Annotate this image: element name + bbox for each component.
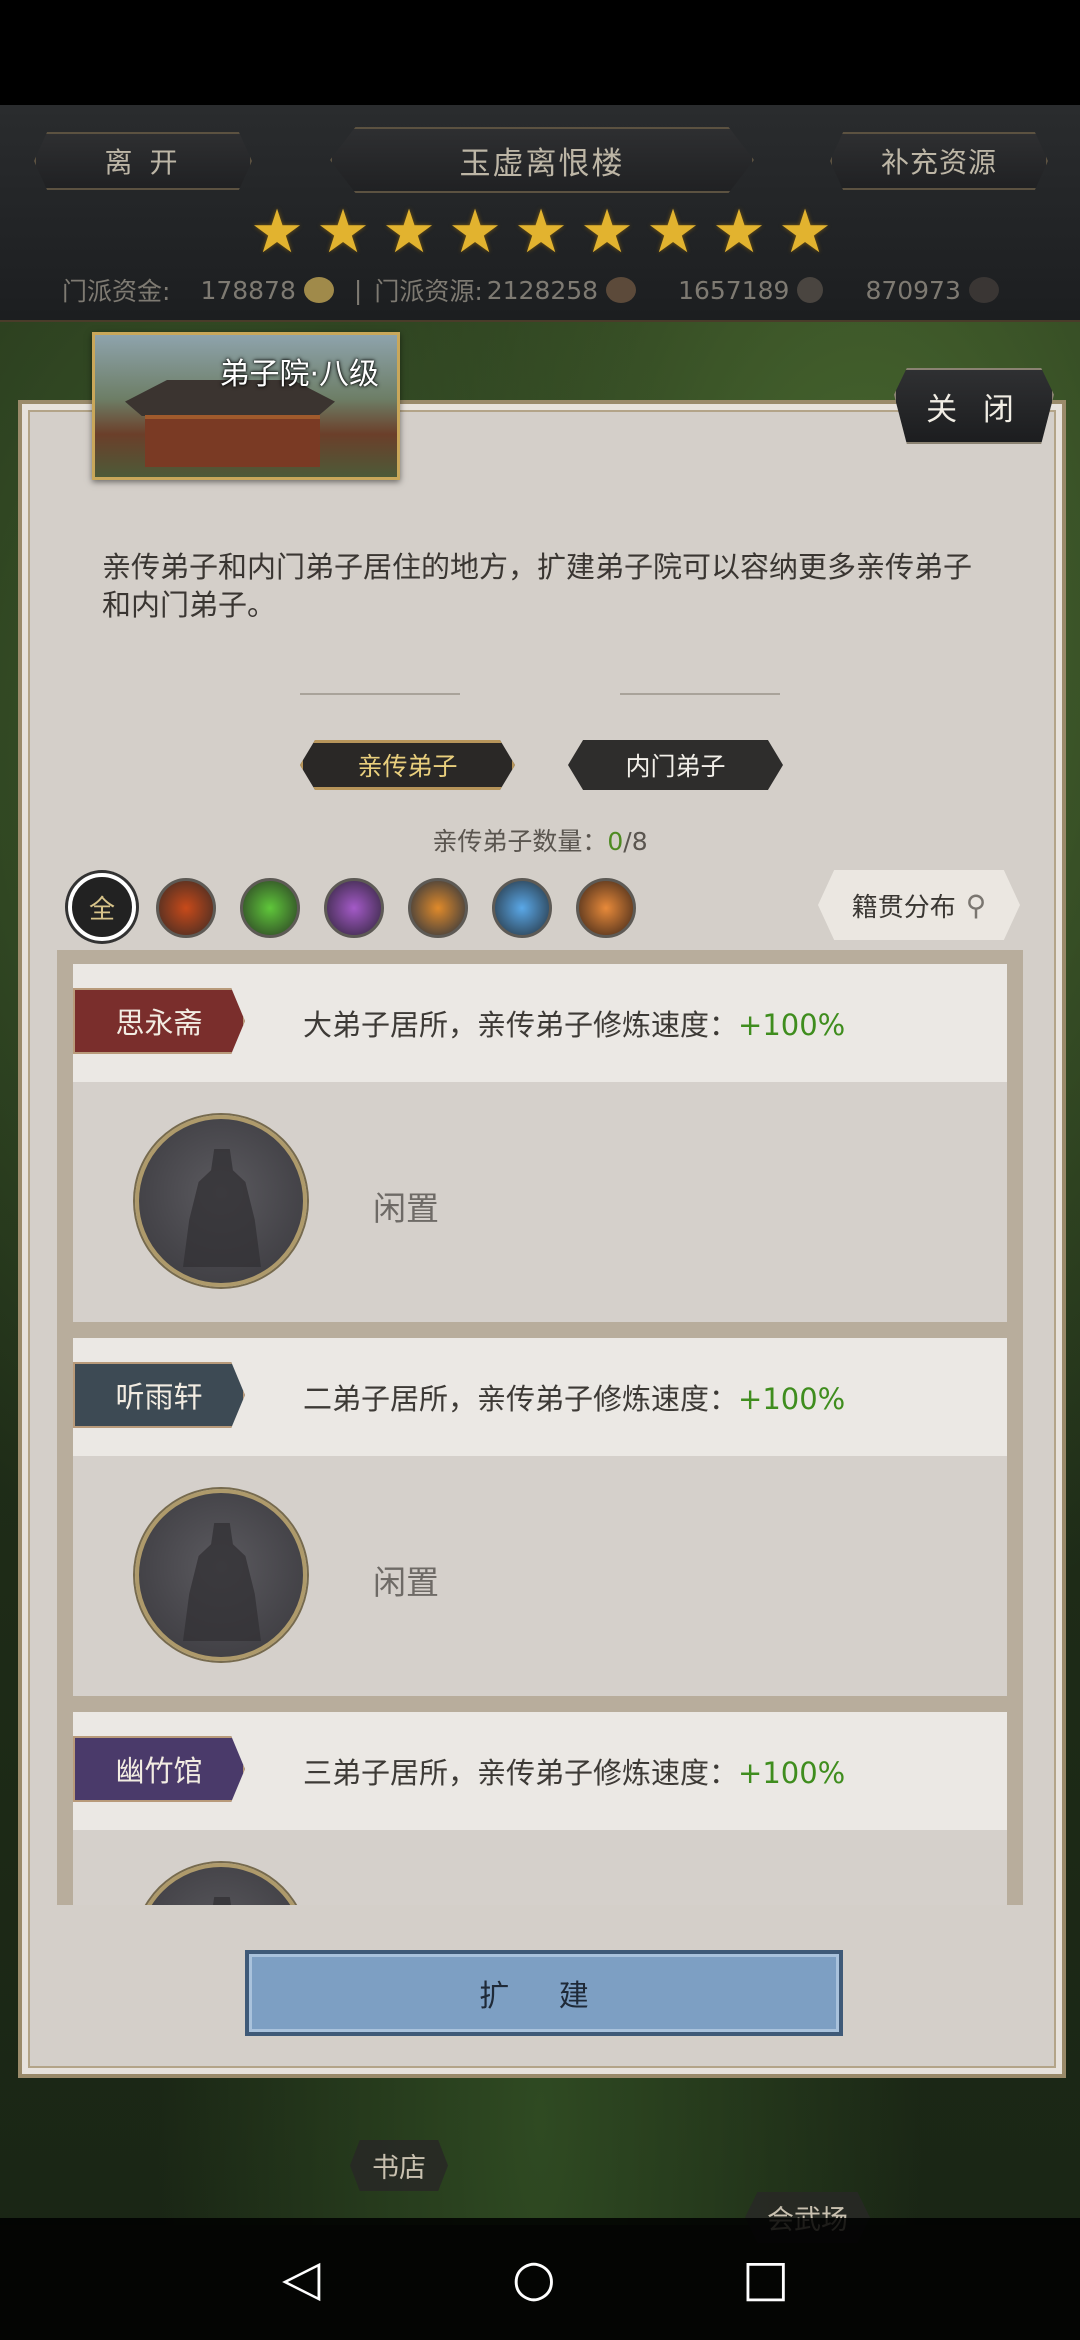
star-icon: ★	[712, 197, 766, 267]
disciple-avatar-placeholder[interactable]	[135, 1489, 307, 1661]
resource-label: 门派资源:	[374, 277, 483, 306]
residence-bonus: 二弟子居所，亲传弟子修炼速度：+100%	[303, 1382, 846, 1416]
blade-icon[interactable]	[240, 878, 300, 938]
fist-icon[interactable]	[576, 878, 636, 938]
star-icon: ★	[580, 197, 634, 267]
hidden-weapon-icon[interactable]	[492, 878, 552, 938]
wood-icon	[797, 277, 824, 303]
coin-icon	[303, 277, 334, 303]
star-icon: ★	[250, 197, 304, 267]
silhouette-icon	[183, 1523, 261, 1641]
residence-slot[interactable]: 闲置	[73, 1082, 1007, 1322]
residence-slot[interactable]: 闲置	[73, 1456, 1007, 1696]
staff-icon[interactable]	[408, 878, 468, 938]
residence-name-tag: 思永斋	[73, 988, 245, 1054]
close-button[interactable]: 关 闭	[894, 368, 1054, 444]
residence-list[interactable]: 思永斋 大弟子居所，亲传弟子修炼速度：+100% 闲置 听雨轩 二弟子居所，亲传…	[57, 950, 1023, 1905]
home-icon[interactable]: ○	[512, 2253, 556, 2303]
residence-bonus: 大弟子居所，亲传弟子修炼速度：+100%	[303, 1008, 846, 1042]
resource-value: 2128258	[486, 275, 599, 305]
residence-header: 听雨轩 二弟子居所，亲传弟子修炼速度：+100%	[73, 1338, 1007, 1456]
resource-separator: |	[353, 275, 363, 305]
building-hall-illustration	[145, 415, 320, 467]
fund-label: 门派资金:	[62, 277, 171, 306]
resource-bar: 门派资金: 178878 | 门派资源: 2128258 1657189 870…	[62, 272, 1007, 308]
residence-header: 思永斋 大弟子居所，亲传弟子修炼速度：+100%	[73, 964, 1007, 1082]
residence-name-tag: 幽竹馆	[73, 1736, 245, 1802]
residence-name-tag: 听雨轩	[73, 1362, 245, 1428]
building-title: 弟子院·八级	[219, 357, 379, 392]
silhouette-icon	[183, 1897, 261, 1905]
bookstore-label[interactable]: 书店	[350, 2140, 448, 2191]
disciple-count-label: 亲传弟子数量：	[432, 827, 608, 856]
slot-status: 闲置	[373, 1563, 439, 1602]
list-item: 听雨轩 二弟子居所，亲传弟子修炼速度：+100% 闲置	[73, 1338, 1007, 1698]
spear-icon[interactable]	[324, 878, 384, 938]
material-two-value: 1657189	[678, 275, 790, 305]
recents-icon[interactable]: □	[742, 2253, 789, 2303]
sect-title: 玉虚离恨楼	[330, 127, 754, 193]
fund-value: 178878	[200, 275, 296, 305]
divider-left	[300, 693, 460, 695]
star-icon: ★	[448, 197, 502, 267]
filter-all-button[interactable]: 全	[68, 873, 136, 941]
disciple-count: 亲传弟子数量：0/8	[0, 822, 1080, 858]
ore-icon	[606, 277, 637, 303]
disciple-count-max: /8	[623, 827, 648, 856]
sect-rating-stars: ★ ★ ★ ★ ★ ★ ★ ★ ★	[250, 197, 832, 267]
expand-button[interactable]: 扩 建	[245, 1950, 843, 2036]
leave-button[interactable]: 离 开	[34, 132, 252, 190]
building-header-card: 弟子院·八级	[92, 332, 400, 480]
supply-resources-button[interactable]: 补充资源	[830, 132, 1048, 190]
disciple-avatar-placeholder[interactable]	[135, 1863, 307, 1905]
system-navigation-bar: ◁ ○ □	[0, 2218, 1080, 2340]
star-icon: ★	[316, 197, 370, 267]
star-icon: ★	[778, 197, 832, 267]
origin-distribution-button[interactable]: 籍贯分布 ⚲	[818, 870, 1020, 940]
material-three-value: 870973	[865, 275, 961, 305]
star-icon: ★	[514, 197, 568, 267]
disciple-avatar-placeholder[interactable]	[135, 1115, 307, 1287]
residence-slot[interactable]	[73, 1830, 1007, 1905]
divider-right	[620, 693, 780, 695]
residence-bonus: 三弟子居所，亲传弟子修炼速度：+100%	[303, 1756, 846, 1790]
list-item: 思永斋 大弟子居所，亲传弟子修炼速度：+100% 闲置	[73, 964, 1007, 1324]
tab-personal-disciples[interactable]: 亲传弟子	[300, 740, 515, 790]
silhouette-icon	[183, 1149, 261, 1267]
chest-icon	[968, 277, 999, 303]
residence-header: 幽竹馆 三弟子居所，亲传弟子修炼速度：+100%	[73, 1712, 1007, 1830]
disciple-count-current: 0	[607, 827, 624, 856]
star-icon: ★	[646, 197, 700, 267]
back-icon[interactable]: ◁	[282, 2253, 320, 2303]
sword-icon[interactable]	[156, 878, 216, 938]
slot-status: 闲置	[373, 1189, 439, 1228]
tab-inner-disciples[interactable]: 内门弟子	[568, 740, 783, 790]
star-icon: ★	[382, 197, 436, 267]
building-description: 亲传弟子和内门弟子居住的地方，扩建弟子院可以容纳更多亲传弟子和内门弟子。	[102, 550, 973, 622]
origin-distribution-label: 籍贯分布	[851, 892, 956, 923]
list-item: 幽竹馆 三弟子居所，亲传弟子修炼速度：+100%	[73, 1712, 1007, 1905]
map-pin-icon: ⚲	[965, 888, 987, 922]
status-bar	[0, 0, 1080, 105]
